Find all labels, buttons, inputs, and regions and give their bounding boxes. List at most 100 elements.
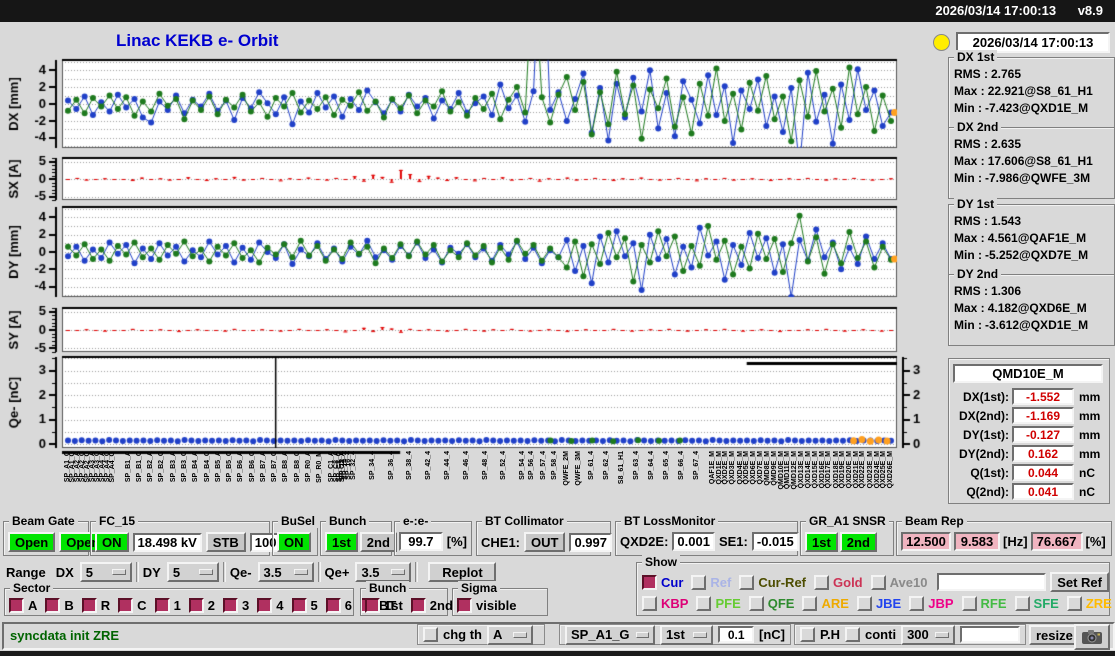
che1-out-button[interactable]: OUT xyxy=(524,532,565,552)
blank-input[interactable] xyxy=(960,626,1020,643)
range-qe-plus-select[interactable]: 3.5 xyxy=(355,562,411,582)
sector-select-value: A xyxy=(493,627,502,642)
chg-th-checkbox[interactable] xyxy=(423,627,438,642)
monitor-x-label: SP_63_4 xyxy=(633,451,640,480)
checkbox-ref[interactable] xyxy=(691,575,706,590)
checkbox-2nd[interactable] xyxy=(411,598,426,613)
monitor-row-value: 0.162 xyxy=(1012,445,1074,462)
checkbox-visible[interactable] xyxy=(457,598,472,613)
stats-box-dx-2nd: DX 2nd RMS :2.635 Max :17.606@S8_61_H1 M… xyxy=(948,127,1115,199)
monitor-x-label: QMD12E_M xyxy=(791,451,798,490)
monitor-x-label: SP_B6_A xyxy=(237,451,244,482)
checkbox-label: ARE xyxy=(821,596,848,611)
min-value: -5.252@QXD7E_M xyxy=(985,248,1088,262)
rms-value: 1.306 xyxy=(991,284,1021,298)
checkbox-rfe[interactable] xyxy=(962,596,977,611)
monitor-x-label: SP_38_4 xyxy=(406,451,413,480)
page-title: Linac KEKB e- Orbit xyxy=(116,31,278,51)
checkbox-gold[interactable] xyxy=(814,575,829,590)
checkbox-a[interactable] xyxy=(9,598,24,613)
stats-box-dx-1st: DX 1st RMS :2.765 Max :22.921@S8_61_H1 M… xyxy=(948,57,1115,129)
checkbox-4[interactable] xyxy=(257,598,272,613)
window-titlebar: 2026/03/14 17:00:13 v8.9 xyxy=(0,0,1115,22)
range-dx-value: 5 xyxy=(86,565,93,580)
checkbox-jbe[interactable] xyxy=(857,596,872,611)
option-menu-icon xyxy=(112,569,126,575)
checkbox-b[interactable] xyxy=(45,598,60,613)
beam-gate-open-button-1[interactable]: Open xyxy=(8,532,55,552)
threshold-input[interactable]: 0.1 xyxy=(718,626,754,643)
checkbox-qfe[interactable] xyxy=(749,596,764,611)
checkbox-sfe[interactable] xyxy=(1015,596,1030,611)
checkbox-zre[interactable] xyxy=(1067,596,1082,611)
range-qe-minus-select[interactable]: 3.5 xyxy=(258,562,314,582)
ref-name-input[interactable] xyxy=(937,573,1046,591)
monitor-name-box[interactable]: QMD10E_M xyxy=(953,364,1103,383)
rms-line: RMS :1.306 xyxy=(954,283,1114,300)
fc15-group: FC_15 ON 18.498 kV STB 100 % xyxy=(90,521,270,556)
screenshot-button[interactable] xyxy=(1074,624,1110,650)
checkbox-1st[interactable] xyxy=(365,598,380,613)
checkbox-cur-ref[interactable] xyxy=(739,575,754,590)
checkbox-ave10[interactable] xyxy=(871,575,886,590)
option-menu-icon xyxy=(513,632,527,638)
set-ref-button[interactable]: Set Ref xyxy=(1050,572,1109,592)
monitor-row-value: -0.127 xyxy=(1012,426,1074,443)
monitor-x-label: SP_67_4 xyxy=(693,451,700,480)
max-line: Max :22.921@S8_61_H1 xyxy=(954,83,1114,100)
ee-ratio-unit: [%] xyxy=(447,534,467,549)
beam-rep-percent-unit: [%] xyxy=(1086,534,1106,549)
conti-checkbox[interactable] xyxy=(845,627,860,642)
ph-checkbox[interactable] xyxy=(800,627,815,642)
busel-on-button[interactable]: ON xyxy=(277,532,311,552)
checkbox-kbp[interactable] xyxy=(642,596,657,611)
monitor-x-label: SP_B3_A xyxy=(170,451,177,482)
monitor-select[interactable]: SP_A1_G xyxy=(565,625,655,645)
checkbox-jbp[interactable] xyxy=(909,596,924,611)
show-checkboxes: CurRefCur-RefGoldAve10 xyxy=(642,575,935,590)
checkbox-6[interactable] xyxy=(326,598,341,613)
bunch-1st-button[interactable]: 1st xyxy=(325,532,358,552)
range-dy-select[interactable]: 5 xyxy=(167,562,219,582)
bt-collimator-group: BT Collimator CHE1: OUT 0.997 xyxy=(476,521,611,556)
monitor-x-label: QXD2E_M xyxy=(722,451,729,484)
checkbox-cur[interactable] xyxy=(642,575,657,590)
snsr-1st-button[interactable]: 1st xyxy=(805,532,838,552)
checkbox-r[interactable] xyxy=(82,598,97,613)
range-dx-select[interactable]: 5 xyxy=(80,562,132,582)
monitor-select-group: SP_A1_G 1st 0.1 [nC] xyxy=(559,624,791,645)
group-title: GR_A1 SNSR xyxy=(806,514,889,528)
checkbox-label: Gold xyxy=(833,575,863,590)
chg-th-label: chg th xyxy=(443,627,482,642)
count-select[interactable]: 300 xyxy=(901,625,955,645)
monitor-x-label: QXD23E_M xyxy=(867,451,874,488)
bunch-2nd-button[interactable]: 2nd xyxy=(360,532,397,552)
max-label: Max : xyxy=(954,301,985,315)
resize-button[interactable]: resize xyxy=(1029,625,1080,645)
ph-label: P.H xyxy=(820,627,840,642)
checkbox-5[interactable] xyxy=(292,598,307,613)
monitor-value-row: DY(2nd):0.162mm xyxy=(949,444,1109,463)
fc15-stb-button[interactable]: STB xyxy=(206,532,246,552)
checkbox-c[interactable] xyxy=(118,598,133,613)
monitor-x-label: QXD26E_M xyxy=(887,451,894,488)
snsr-2nd-button[interactable]: 2nd xyxy=(840,532,877,552)
checkbox-1[interactable] xyxy=(155,598,170,613)
monitor-row-unit: mm xyxy=(1079,428,1100,442)
monitor-x-label: SP_B1_C xyxy=(136,451,143,482)
bunch-select[interactable]: 1st xyxy=(660,625,713,645)
checkbox-3[interactable] xyxy=(223,598,238,613)
rms-line: RMS :2.765 xyxy=(954,66,1114,83)
checkbox-are[interactable] xyxy=(802,596,817,611)
ee-ratio-group: e-:e- 99.7 [%] xyxy=(394,521,472,556)
che1-value-readout: 0.997 xyxy=(569,533,612,552)
monitor-x-label: QXD20E_M xyxy=(846,451,853,488)
rms-label: RMS : xyxy=(954,137,988,151)
fc15-on-button[interactable]: ON xyxy=(95,532,129,552)
bunch-filter-group: Bunch 1st2nd xyxy=(360,588,448,616)
checkbox-2[interactable] xyxy=(189,598,204,613)
checkbox-label: 4 xyxy=(276,598,283,613)
checkbox-pfe[interactable] xyxy=(696,596,711,611)
sector-select[interactable]: A xyxy=(487,625,533,645)
replot-button[interactable]: Replot xyxy=(428,562,496,582)
